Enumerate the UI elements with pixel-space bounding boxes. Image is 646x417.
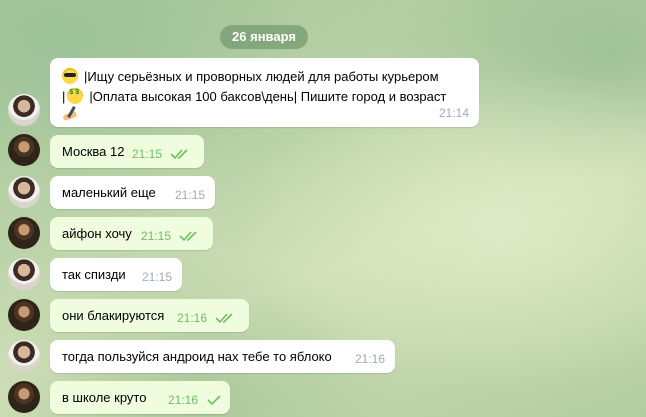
avatar[interactable] <box>8 176 40 208</box>
money-mouth-emoji-icon <box>67 88 84 104</box>
message-time: 21:15 <box>141 270 172 284</box>
message-bubble-incoming[interactable]: так спизди 21:15 <box>50 258 182 291</box>
avatar[interactable] <box>8 299 40 331</box>
message-text: маленький еще <box>62 185 156 200</box>
message-text: |Ищу серьёзных и проворных людей для раб… <box>84 69 439 84</box>
message-bubble-outgoing[interactable]: айфон хочу 21:15 <box>50 217 213 250</box>
single-check-icon <box>207 395 221 406</box>
avatar[interactable] <box>8 94 40 126</box>
message-time: 21:15 <box>174 188 205 202</box>
message-bubble-incoming[interactable]: |Ищу серьёзных и проворных людей для раб… <box>50 58 479 127</box>
message-time: 21:16 <box>176 311 207 325</box>
message-text: тогда пользуйся андроид нах тебе то ябло… <box>62 349 332 364</box>
message-bubble-outgoing[interactable]: они блакируются 21:16 <box>50 299 249 332</box>
avatar[interactable] <box>8 258 40 290</box>
double-check-icon <box>179 231 197 242</box>
message-text: в школе круто <box>62 390 147 405</box>
message-text: так спизди <box>62 267 126 282</box>
message-text: они блакируются <box>62 308 165 323</box>
message-time: 21:15 <box>131 147 162 161</box>
double-check-icon <box>215 313 233 324</box>
sunglasses-emoji-icon <box>62 68 78 84</box>
avatar[interactable] <box>8 134 40 166</box>
message-time: 21:14 <box>438 106 469 120</box>
avatar[interactable] <box>8 381 40 413</box>
double-check-icon <box>170 149 188 160</box>
message-bubble-outgoing[interactable]: в школе круто 21:16 <box>50 381 230 414</box>
avatar[interactable] <box>8 340 40 372</box>
avatar[interactable] <box>8 217 40 249</box>
writing-hand-emoji-icon <box>62 106 78 122</box>
message-text: айфон хочу <box>62 226 132 241</box>
date-divider: 26 января <box>220 25 308 49</box>
message-bubble-outgoing[interactable]: Москва 12 21:15 <box>50 135 204 168</box>
message-bubble-incoming[interactable]: маленький еще 21:15 <box>50 176 215 209</box>
message-time: 21:15 <box>140 229 171 243</box>
message-text: Москва 12 <box>62 144 125 159</box>
message-text: |Оплата высокая 100 баксов\день| Пишите … <box>89 89 447 104</box>
message-bubble-incoming[interactable]: тогда пользуйся андроид нах тебе то ябло… <box>50 340 395 373</box>
message-time: 21:16 <box>167 393 198 407</box>
message-time: 21:16 <box>354 352 385 366</box>
